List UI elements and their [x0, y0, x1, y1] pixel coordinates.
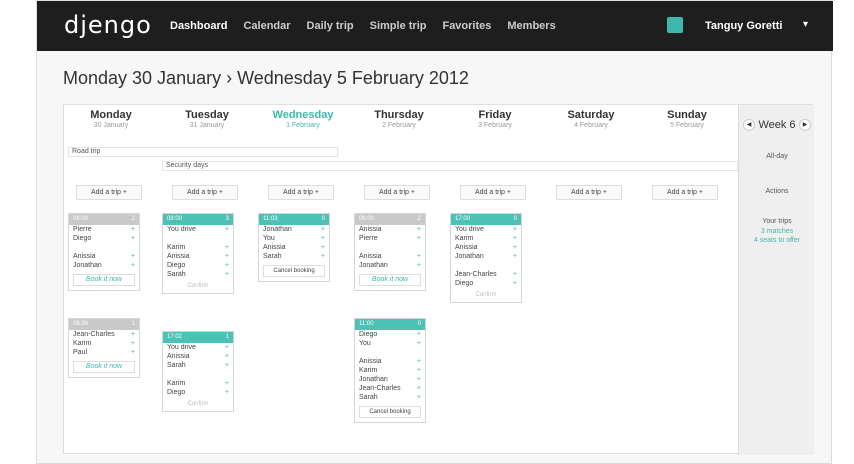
seats-link[interactable]: 4 seats to offer — [739, 237, 815, 244]
logo[interactable]: djengo — [64, 11, 152, 39]
trip-card[interactable]: 11:03 0 Jonathan + You + Anissia + Sarah + Ca… — [258, 213, 330, 282]
day-header: Thursday 2 February — [374, 109, 424, 129]
nav-daily-trip[interactable]: Daily trip — [307, 20, 354, 32]
confirm-button[interactable]: Confirm — [167, 401, 229, 407]
main-nav: Dashboard Calendar Daily trip Simple tri… — [170, 20, 556, 32]
prev-week-button[interactable]: ◀ — [743, 119, 755, 131]
confirm-button[interactable]: Confirm — [167, 283, 229, 289]
trip-card[interactable]: 08:00 3 You drive + Karim + Anissia + Diego +… — [162, 213, 234, 294]
next-week-button[interactable]: ▶ — [799, 119, 811, 131]
trip-card[interactable]: 17:02 1 You drive + Anissia + Sarah + Karim +… — [162, 331, 234, 412]
nav-simple-trip[interactable]: Simple trip — [370, 20, 427, 32]
nav-dashboard[interactable]: Dashboard — [170, 20, 227, 32]
confirm-button[interactable]: Confirm — [455, 292, 517, 298]
add-trip-button[interactable]: Add a trip + — [76, 185, 142, 200]
cancel-booking-button[interactable]: Cancel booking — [263, 265, 325, 277]
actions-label: Actions — [765, 188, 789, 195]
matches-link[interactable]: 3 matches — [739, 228, 815, 235]
app-window: djengo Dashboard Calendar Daily trip Sim… — [36, 0, 833, 464]
nav-calendar[interactable]: Calendar — [243, 20, 290, 32]
add-trip-button[interactable]: Add a trip + — [364, 185, 430, 200]
day-header: Sunday 5 February — [667, 109, 707, 129]
book-button[interactable]: Book it now — [73, 361, 135, 373]
nav-favorites[interactable]: Favorites — [442, 20, 491, 32]
week-sidebar: ◀ Week 6 ▶ All-day Actions Your trips 3 … — [738, 105, 814, 455]
add-trip-button[interactable]: Add a trip + — [652, 185, 718, 200]
cancel-booking-button[interactable]: Cancel booking — [359, 406, 421, 418]
chevron-down-icon[interactable]: ▾ — [803, 19, 808, 30]
trip-card[interactable]: 17:00 0 You drive + Karim + Anissia + Jonath… — [450, 213, 522, 303]
add-trip-button[interactable]: Add a trip + — [460, 185, 526, 200]
top-bar: djengo Dashboard Calendar Daily trip Sim… — [37, 1, 833, 51]
day-header: Wednesday 1 February — [272, 109, 334, 129]
calendar-grid: Monday 30 January Tuesday 31 January Wedne… — [63, 104, 814, 455]
all-day-label: All-day — [766, 153, 788, 160]
your-trips-label: Your trips — [762, 218, 792, 225]
user-name[interactable]: Tanguy Goretti — [705, 20, 782, 32]
day-header: Friday 3 February — [478, 109, 512, 129]
add-trip-button[interactable]: Add a trip + — [172, 185, 238, 200]
trip-card[interactable]: 08:30 1 Jean-Charles + Karim + Paul + Book i… — [68, 318, 140, 378]
event-road-trip[interactable]: Road trip — [68, 147, 338, 157]
week-switcher: ◀ Week 6 ▶ — [743, 119, 811, 131]
add-trip-button[interactable]: Add a trip + — [556, 185, 622, 200]
book-button[interactable]: Book it now — [359, 274, 421, 286]
nav-members[interactable]: Members — [507, 20, 555, 32]
book-button[interactable]: Book it now — [73, 274, 135, 286]
day-header: Saturday 4 February — [567, 109, 615, 129]
day-header: Tuesday 31 January — [185, 109, 229, 129]
trip-card[interactable]: 08:00 2 Pierre + Diego + Anissia + Jonathan +… — [68, 213, 140, 291]
page-title: Monday 30 January › Wednesday 5 February… — [63, 68, 469, 88]
trip-card[interactable]: 11:00 0 Diego + You + Anissia + Karim + Jonat… — [354, 318, 426, 423]
trip-card[interactable]: 06:00 2 Anissia + Pierre + Anissia + Jonatha… — [354, 213, 426, 291]
add-trip-button[interactable]: Add a trip + — [268, 185, 334, 200]
event-security-days[interactable]: Security days — [162, 161, 738, 171]
week-label: Week 6 — [758, 119, 796, 131]
avatar[interactable] — [667, 17, 683, 33]
day-header: Monday 30 January — [90, 109, 132, 129]
